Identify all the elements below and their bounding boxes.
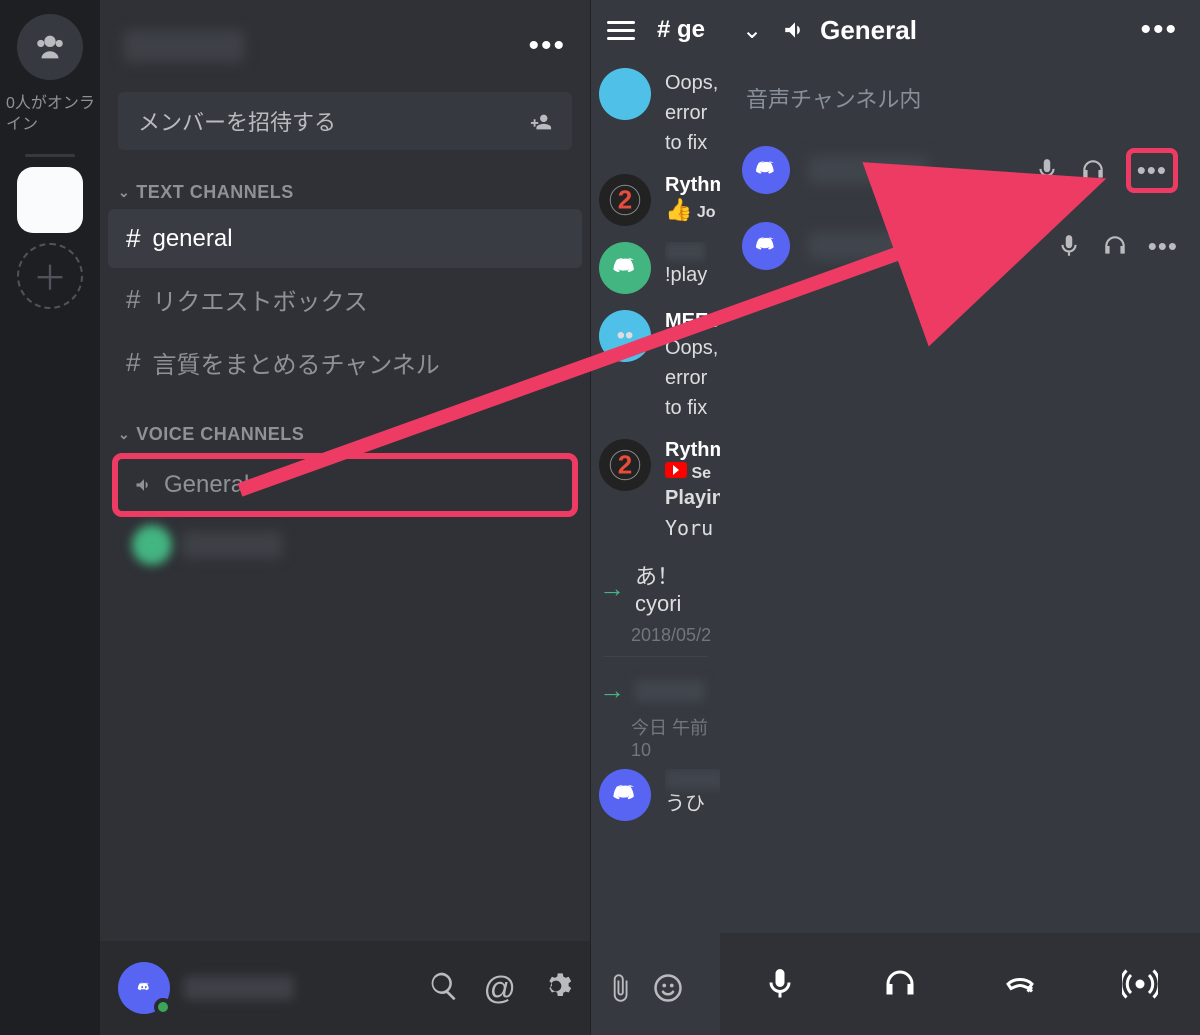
mid-header: # ge <box>591 0 720 60</box>
search-icon[interactable] <box>428 970 460 1002</box>
headphones-icon[interactable] <box>882 966 918 1002</box>
timestamp: 2018/05/2 <box>591 625 720 646</box>
message: 2 Rythm 👍 Jo <box>591 166 720 234</box>
youtube-icon <box>665 462 687 478</box>
message: うひ <box>591 761 720 829</box>
voice-user[interactable] <box>132 519 590 571</box>
message: !play <box>591 234 720 302</box>
chat-input-bar <box>591 941 720 1035</box>
more-icon[interactable]: ••• <box>1140 13 1178 47</box>
message: •• MEE6 Oops, error to fix <box>591 302 720 431</box>
timestamp: 今日 午前10 <box>591 714 720 761</box>
invite-bar[interactable]: メンバーを招待する <box>118 92 572 150</box>
mic-icon[interactable] <box>1034 157 1060 183</box>
mic-icon[interactable] <box>762 966 798 1002</box>
voice-status-label: 音声チャンネル内 <box>720 60 1200 132</box>
channel-request[interactable]: # リクエストボックス <box>108 268 582 331</box>
user-name <box>184 976 294 1000</box>
chevron-down-icon[interactable]: ⌄ <box>742 16 762 45</box>
voice-channel-label: General <box>164 471 249 499</box>
user-bar: @ <box>100 941 590 1035</box>
status-online-icon <box>154 998 172 1016</box>
user-avatar[interactable] <box>118 962 170 1014</box>
divider <box>603 656 708 657</box>
server-divider <box>25 154 75 157</box>
system-message: → <box>591 667 720 714</box>
hash-icon: # <box>126 223 140 254</box>
mention-icon[interactable]: @ <box>484 970 516 1007</box>
add-server-button[interactable]: ＋ <box>17 243 83 309</box>
avatar[interactable]: 2 <box>599 439 651 491</box>
voice-user-name <box>182 532 282 558</box>
headphones-icon[interactable] <box>1102 233 1128 259</box>
voice-channels-header[interactable]: ⌄ VOICE CHANNELS <box>100 414 590 451</box>
online-count: 0人がオンライン <box>0 90 100 152</box>
menu-button[interactable] <box>607 21 635 40</box>
speaker-icon <box>782 17 808 43</box>
user-more-icon[interactable]: ••• <box>1148 231 1178 262</box>
avatar[interactable] <box>599 68 651 120</box>
invite-label: メンバーを招待する <box>138 105 336 137</box>
voice-user-name <box>808 156 928 184</box>
arrow-right-icon: → <box>599 675 625 706</box>
voice-channel-title: General <box>820 15 917 46</box>
server-icon-active[interactable] <box>17 167 83 233</box>
mic-icon[interactable] <box>1056 233 1082 259</box>
server-icon-home[interactable] <box>17 14 83 80</box>
emoji-icon[interactable] <box>653 973 683 1003</box>
channel-general[interactable]: # general <box>108 209 582 268</box>
avatar[interactable]: 2 <box>599 174 651 226</box>
voice-channel-general[interactable]: General <box>118 461 265 509</box>
hash-icon: # <box>126 347 140 378</box>
server-name <box>124 30 244 62</box>
thumbs-up-icon: 👍 <box>665 197 692 222</box>
chevron-down-icon: ⌄ <box>118 426 130 443</box>
channel-label: general <box>152 225 232 253</box>
avatar[interactable] <box>599 769 651 821</box>
blur-text <box>635 680 705 702</box>
hash-icon: # <box>126 284 140 315</box>
voice-channel-user-1[interactable]: ••• <box>720 132 1200 208</box>
annotation-highlight-voice: General <box>112 453 578 517</box>
avatar[interactable] <box>599 242 651 294</box>
discord-icon <box>753 233 779 259</box>
voice-user-name <box>808 232 968 260</box>
server-list: 0人がオンライン ＋ <box>0 0 100 1035</box>
speaker-icon <box>134 475 154 495</box>
arrow-right-icon: → <box>599 573 625 604</box>
gear-icon[interactable] <box>540 970 572 1002</box>
channel-label: リクエストボックス <box>152 282 367 317</box>
headphones-icon[interactable] <box>1080 157 1106 183</box>
annotation-highlight-more: ••• <box>1126 148 1178 193</box>
server-more-icon[interactable]: ••• <box>528 29 566 63</box>
avatar <box>742 146 790 194</box>
message: 2 Rythm Se Playin Yoru <box>591 431 720 551</box>
avatar <box>742 222 790 270</box>
chevron-down-icon: ⌄ <box>118 184 130 201</box>
voice-channel-user-2[interactable]: ••• <box>720 208 1200 284</box>
people-icon <box>33 30 67 64</box>
invite-add-icon <box>530 108 552 134</box>
avatar[interactable]: •• <box>599 310 651 362</box>
author-blur <box>665 769 720 789</box>
voice-control-bar <box>720 933 1200 1035</box>
message: Oops, error to fix <box>591 60 720 166</box>
right-header: ⌄ General ••• <box>720 0 1200 60</box>
author-blur <box>665 242 705 260</box>
attachment-icon[interactable] <box>605 973 635 1003</box>
hangup-icon[interactable] <box>1002 966 1038 1002</box>
discord-icon <box>136 980 152 996</box>
user-more-icon[interactable]: ••• <box>1137 155 1167 185</box>
discord-icon <box>753 157 779 183</box>
channel-label: 言質をまとめるチャンネル <box>152 345 439 380</box>
system-message: → あ！cyori <box>591 551 720 625</box>
broadcast-icon[interactable] <box>1122 966 1158 1002</box>
text-channels-header[interactable]: ⌄ TEXT CHANNELS <box>100 172 590 209</box>
avatar <box>132 525 172 565</box>
channel-title: # ge <box>657 16 705 44</box>
server-header[interactable]: ••• <box>100 0 590 92</box>
channel-matome[interactable]: # 言質をまとめるチャンネル <box>108 331 582 394</box>
